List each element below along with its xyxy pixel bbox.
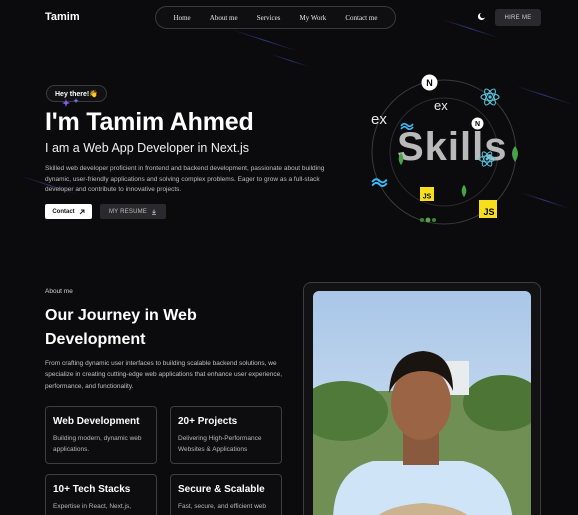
mongodb-icon: [461, 184, 467, 198]
card-title: Web Development: [53, 416, 140, 427]
nodejs-icon: [420, 217, 436, 223]
mongodb-icon: [398, 152, 404, 166]
nav-about[interactable]: About me: [210, 14, 238, 22]
about-description: From crafting dynamic user interfaces to…: [45, 360, 283, 390]
arrow-up-right-icon: [79, 209, 85, 214]
profile-photo: [313, 291, 531, 515]
react-icon: [478, 151, 496, 167]
hire-me-button[interactable]: HIRE ME: [495, 9, 541, 26]
hero-title: I'm Tamim Ahmed: [45, 108, 254, 136]
nextjs-icon: N: [421, 74, 438, 91]
tailwind-icon: [400, 122, 414, 130]
mongodb-icon: [512, 146, 518, 162]
card-title: 10+ Tech Stacks: [53, 484, 131, 495]
nextjs-letter: N: [475, 121, 480, 128]
nav-contact[interactable]: Contact me: [345, 14, 377, 22]
resume-button[interactable]: MY RESUME: [100, 204, 166, 219]
sparkle-icon: [62, 98, 79, 107]
contact-button[interactable]: Contact: [45, 204, 92, 219]
express-icon: ex: [371, 111, 387, 128]
javascript-letters: JS: [423, 194, 432, 201]
nav-my-work[interactable]: My Work: [300, 14, 327, 22]
moon-icon[interactable]: [477, 12, 486, 21]
contact-button-label: Contact: [52, 208, 75, 215]
feature-card: Web Development Building modern, dynamic…: [45, 406, 157, 464]
card-title: 20+ Projects: [178, 416, 238, 427]
javascript-icon: JS: [420, 187, 434, 201]
nav-home[interactable]: Home: [174, 14, 191, 22]
card-description: Fast, secure, and efficient web: [178, 503, 267, 510]
nextjs-icon: N: [471, 117, 484, 130]
card-title: Secure & Scalable: [178, 484, 265, 495]
feature-card: 20+ Projects Delivering High-Performance…: [170, 406, 282, 464]
download-icon: [152, 209, 157, 215]
card-description: Expertise in React, Next.js,: [53, 503, 132, 510]
feature-card: Secure & Scalable Fast, secure, and effi…: [170, 474, 282, 515]
background-streak: [270, 53, 310, 68]
hero-subtitle: I am a Web App Developer in Next.js: [45, 141, 250, 155]
card-description: Delivering High-Performance Websites & A…: [178, 435, 262, 454]
about-label: About me: [45, 288, 73, 295]
background-streak: [231, 29, 299, 52]
resume-button-label: MY RESUME: [108, 208, 148, 215]
react-icon: [480, 88, 500, 106]
background-streak: [441, 18, 499, 39]
javascript-icon: JS: [479, 200, 497, 218]
main-nav: Home About me Services My Work Contact m…: [155, 6, 396, 29]
nextjs-letter: N: [426, 78, 433, 88]
card-description: Building modern, dynamic web application…: [53, 435, 142, 454]
about-title: Our Journey in Web Development: [45, 307, 197, 348]
express-icon: ex: [434, 98, 448, 113]
brand-logo[interactable]: Tamim: [45, 11, 80, 23]
tailwind-icon: [371, 178, 388, 187]
hero-description: Skilled web developer proficient in fron…: [45, 165, 325, 194]
javascript-letters: JS: [483, 207, 494, 217]
feature-card: 10+ Tech Stacks Expertise in React, Next…: [45, 474, 157, 515]
nav-services[interactable]: Services: [257, 14, 281, 22]
